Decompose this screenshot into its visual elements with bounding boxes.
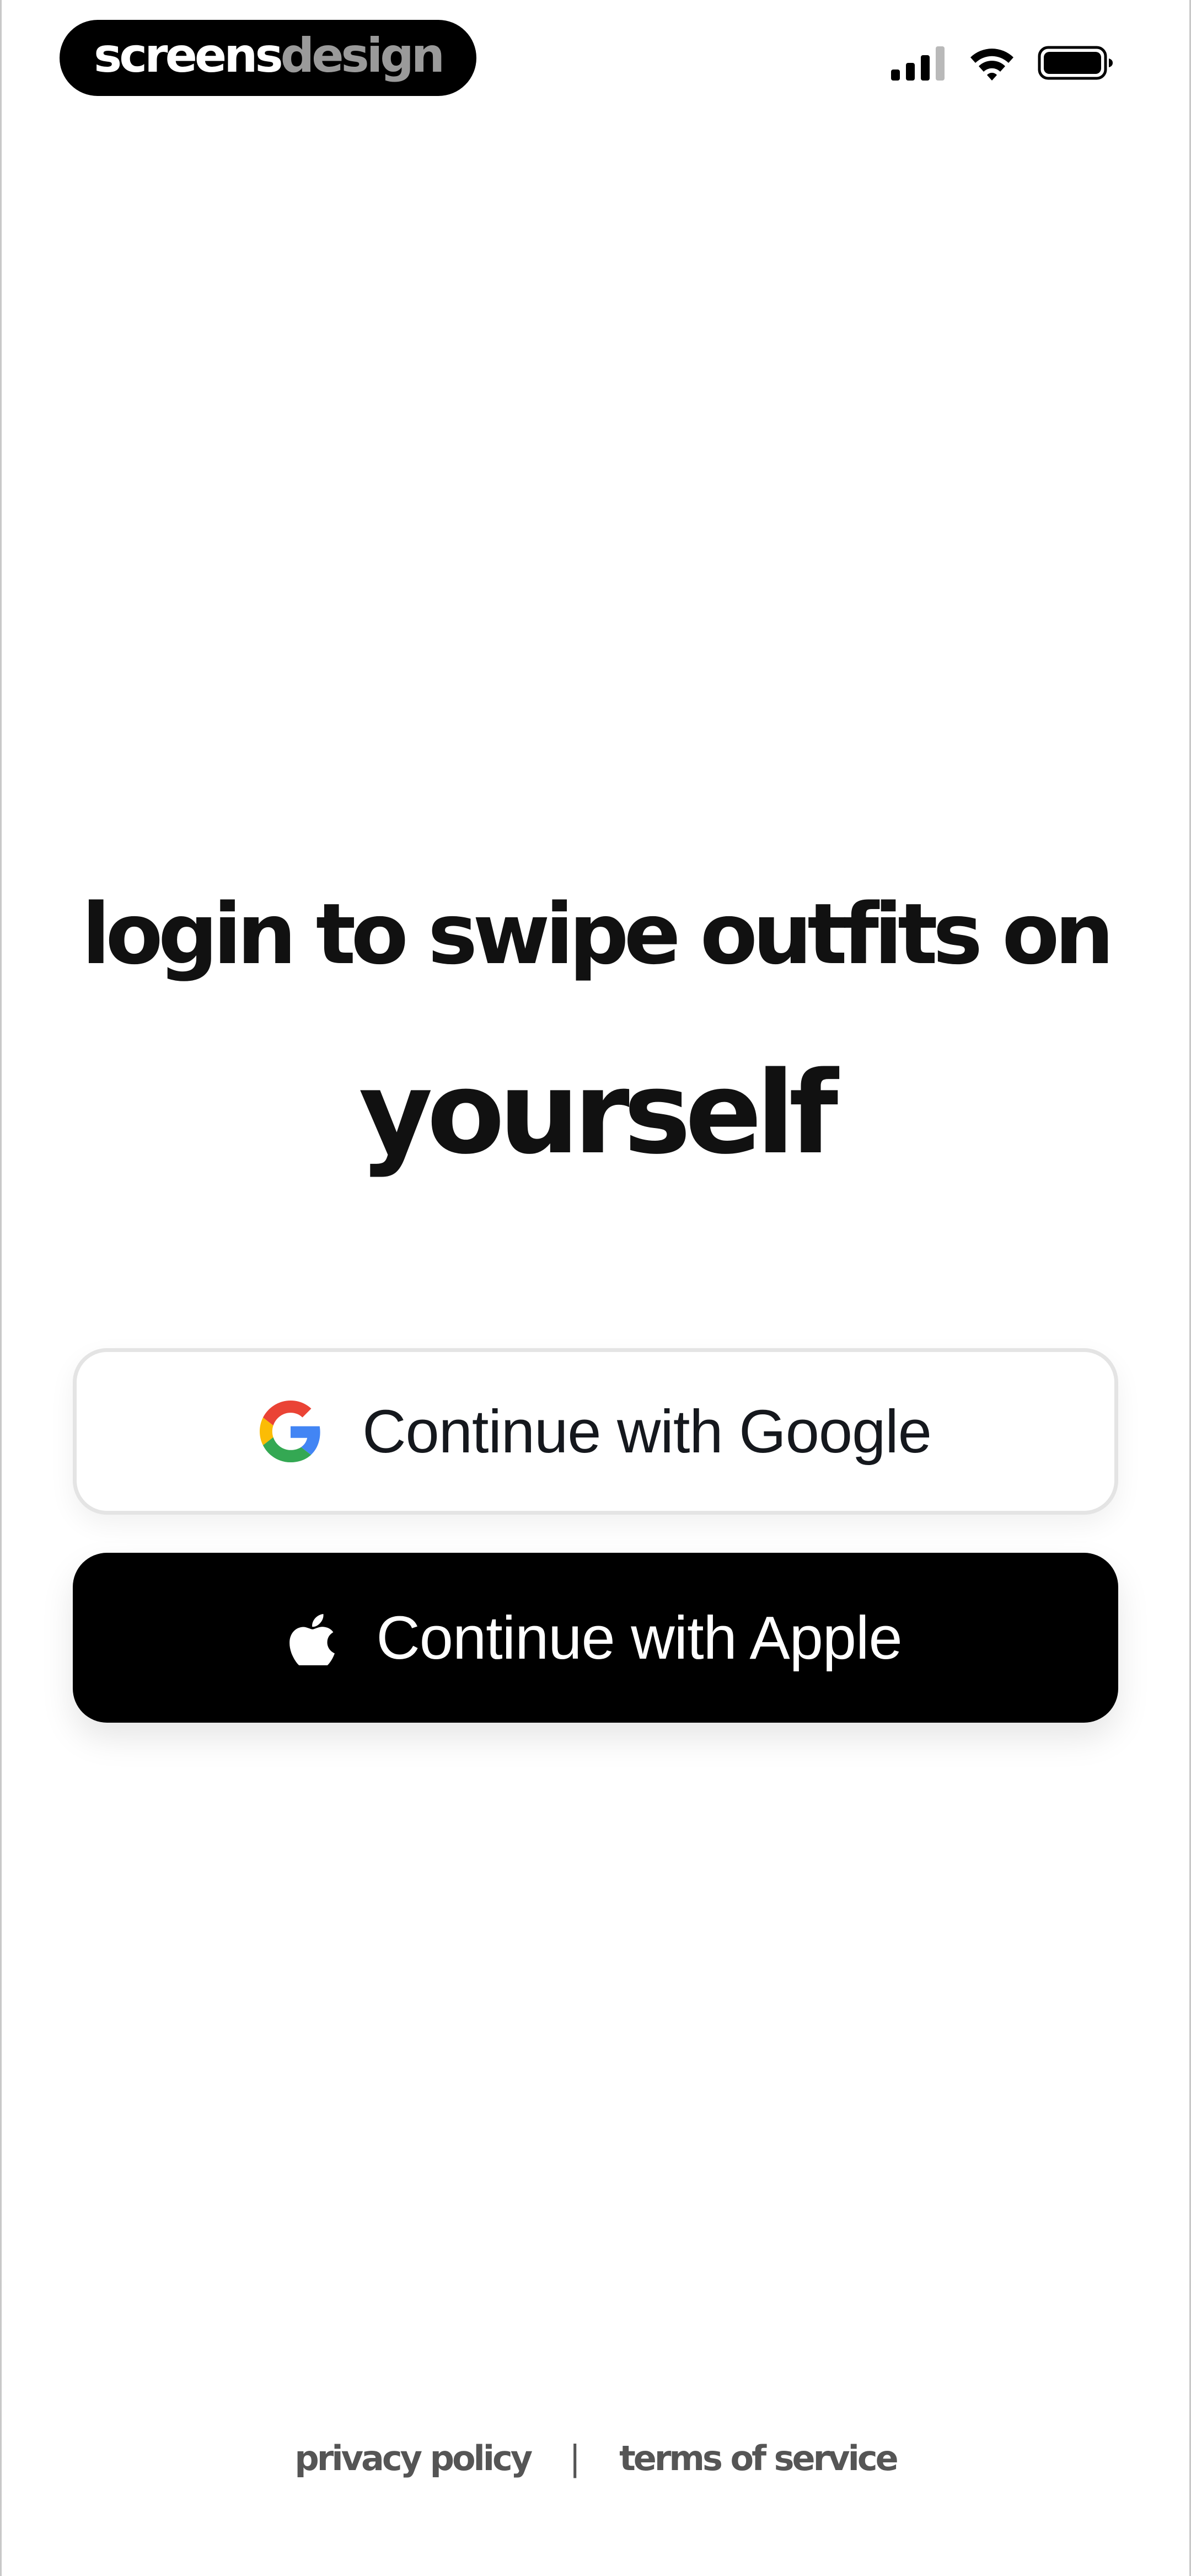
battery-icon: [1038, 45, 1114, 83]
continue-with-google-label: Continue with Google: [362, 1397, 932, 1466]
headline-line-2: yourself: [358, 1047, 839, 1179]
terms-of-service-link[interactable]: terms of service: [619, 2438, 899, 2478]
cellular-signal-icon: [891, 45, 946, 83]
headline-line-1: login to swipe outfits on: [82, 885, 1114, 983]
brand-part-2: design: [280, 28, 445, 83]
continue-with-google-button[interactable]: Continue with Google: [73, 1348, 1118, 1515]
footer-separator: |: [569, 2438, 581, 2478]
brand-part-1: screens: [94, 28, 283, 83]
continue-with-apple-label: Continue with Apple: [376, 1604, 902, 1672]
footer-links: privacy policy | terms of service: [0, 2438, 1191, 2478]
continue-with-apple-button[interactable]: Continue with Apple: [73, 1553, 1118, 1723]
apple-logo-icon: [289, 1610, 335, 1665]
google-logo-icon: [260, 1401, 321, 1462]
privacy-policy-link[interactable]: privacy policy: [294, 2438, 533, 2478]
wifi-icon: [968, 45, 1016, 83]
status-icons: [891, 45, 1114, 83]
brand-wordmark: screensdesign: [94, 32, 445, 79]
brand-logo: screensdesign: [60, 20, 476, 96]
frame-edge-left: [0, 0, 2, 2576]
